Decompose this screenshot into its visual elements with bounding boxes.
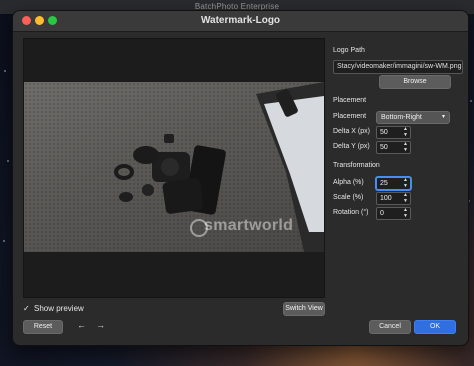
placement-label: Placement <box>333 113 367 120</box>
device-screen-shape <box>264 96 324 232</box>
mount-base-shape <box>162 178 204 214</box>
part-nut-shape <box>142 184 154 196</box>
checkmark-icon: ✓ <box>23 304 30 313</box>
titlebar: Watermark-Logo <box>13 11 468 32</box>
scale-label: Scale (%) <box>333 194 364 201</box>
watermark-dialog: Watermark-Logo smartworld ✓ Show preview… <box>12 10 469 346</box>
delta-x-label: Delta X (px) <box>333 128 370 135</box>
cancel-button[interactable]: Cancel <box>369 320 411 334</box>
stepper-arrows-icon[interactable]: ▲ ▼ <box>403 177 408 189</box>
part-washer-shape <box>119 192 133 202</box>
alpha-label: Alpha (%) <box>333 179 364 186</box>
scale-stepper[interactable]: 100 ▲ ▼ <box>376 192 411 205</box>
background-star <box>470 100 472 102</box>
delta-y-value: 50 <box>380 144 388 151</box>
preview-photo: smartworld <box>24 82 324 252</box>
redo-arrow-icon[interactable]: → <box>96 320 105 330</box>
reset-button[interactable]: Reset <box>23 320 63 334</box>
ok-button[interactable]: OK <box>414 320 456 334</box>
browse-button[interactable]: Browse <box>379 75 451 89</box>
window-title: Watermark-Logo <box>200 15 281 26</box>
placement-value: Bottom-Right <box>381 114 422 121</box>
stepper-arrows-icon[interactable]: ▲ ▼ <box>403 126 408 138</box>
part-cap-shape <box>164 134 174 143</box>
delta-y-label: Delta Y (px) <box>333 143 370 150</box>
part-clip-shape <box>133 146 159 164</box>
delta-x-stepper[interactable]: 50 ▲ ▼ <box>376 126 411 139</box>
delta-y-stepper[interactable]: 50 ▲ ▼ <box>376 141 411 154</box>
transformation-heading: Transformation <box>333 162 380 169</box>
background-star <box>4 70 6 72</box>
rotation-value: 0 <box>380 210 384 217</box>
preview-area: smartworld <box>23 38 325 298</box>
mount-knob-shape <box>161 158 179 176</box>
chevron-down-icon: ▾ <box>441 114 445 120</box>
delta-x-value: 50 <box>380 129 388 136</box>
show-preview-toggle[interactable]: ✓ Show preview <box>23 304 84 313</box>
logo-path-heading: Logo Path <box>333 47 365 54</box>
stepper-arrows-icon[interactable]: ▲ ▼ <box>403 141 408 153</box>
scale-value: 100 <box>380 195 392 202</box>
background-star <box>3 240 5 242</box>
undo-arrow-icon[interactable]: ← <box>77 320 86 330</box>
switch-view-button[interactable]: Switch View <box>283 302 325 316</box>
watermark-text: smartworld <box>204 217 294 234</box>
alpha-stepper[interactable]: 25 ▲ ▼ <box>376 177 411 190</box>
logo-path-field[interactable]: Stacy/videomaker/immagini/sw-WM.png <box>333 60 463 74</box>
placement-select[interactable]: Bottom-Right ▾ <box>376 111 450 124</box>
stepper-arrows-icon[interactable]: ▲ ▼ <box>403 192 408 204</box>
rotation-label: Rotation (°) <box>333 209 369 216</box>
background-star <box>7 160 9 162</box>
show-preview-label: Show preview <box>34 304 84 313</box>
rotation-stepper[interactable]: 0 ▲ ▼ <box>376 207 411 220</box>
part-ring-shape <box>114 164 134 180</box>
placement-heading: Placement <box>333 97 367 104</box>
stepper-arrows-icon[interactable]: ▲ ▼ <box>403 207 408 219</box>
alpha-value: 25 <box>380 180 388 187</box>
